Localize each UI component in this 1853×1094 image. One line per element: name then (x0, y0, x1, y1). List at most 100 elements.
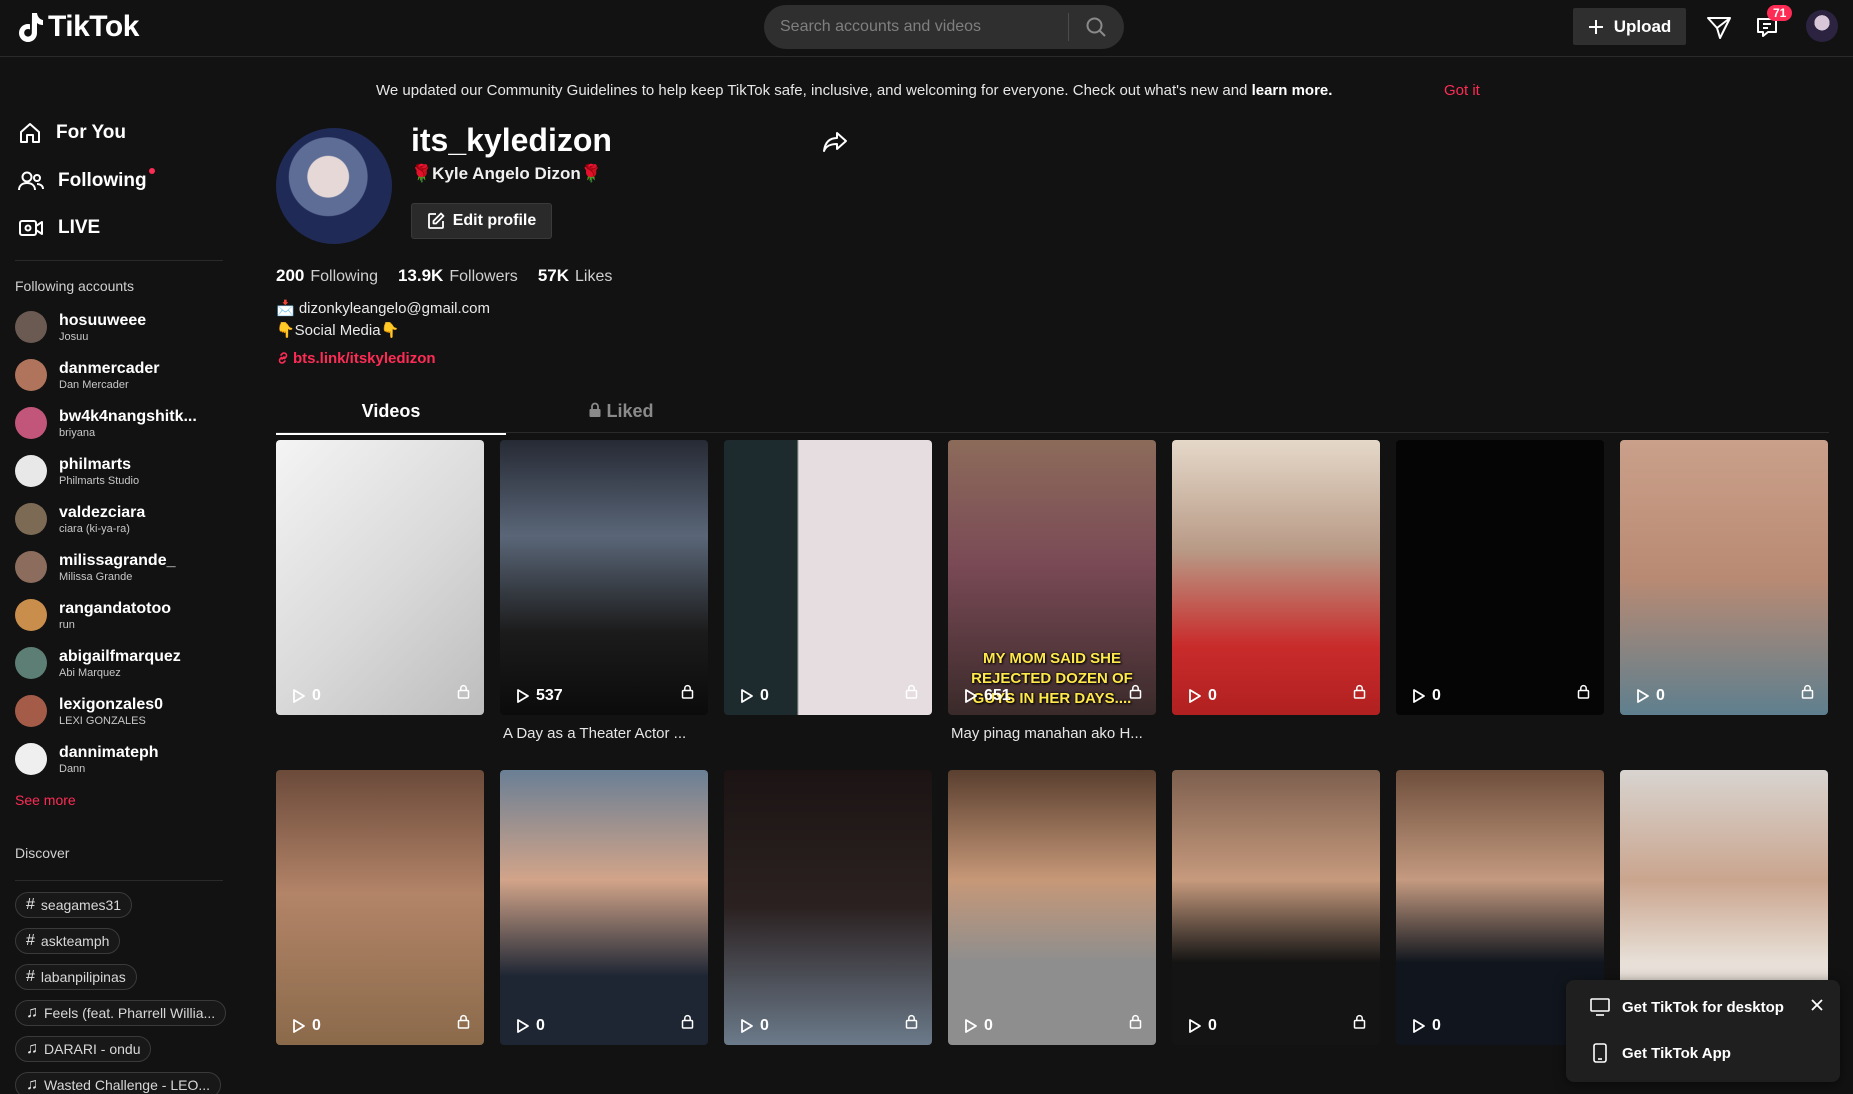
video-card[interactable]: 0 (276, 440, 484, 715)
view-count: 0 (292, 687, 321, 705)
video-card[interactable]: MY MOM SAID SHE REJECTED DOZEN OF GUYS I… (948, 440, 1156, 715)
get-desktop-button[interactable]: Get TikTok for desktop (1590, 998, 1784, 1016)
share-button[interactable] (822, 130, 848, 159)
user-avatar[interactable] (1806, 10, 1838, 42)
view-count-value: 0 (760, 687, 769, 704)
play-icon (1189, 689, 1201, 703)
tab-liked[interactable]: Liked (506, 401, 736, 422)
discover-tag[interactable]: ♫ DARARI - ondu (15, 1036, 152, 1062)
see-more-link[interactable]: See more (15, 792, 76, 808)
got-it-button[interactable]: Got it (1444, 82, 1480, 99)
account-names: milissagrande_ Milissa Grande (59, 552, 176, 583)
get-app-button[interactable]: Get TikTok App (1590, 1043, 1731, 1063)
upload-button[interactable]: Upload (1573, 8, 1686, 45)
lock-icon (1577, 684, 1590, 704)
following-account-item[interactable]: abigailfmarquez Abi Marquez (15, 647, 181, 679)
get-app-popup: Get TikTok for desktop Get TikTok App (1566, 980, 1840, 1082)
account-username: danmercader (59, 359, 160, 377)
following-account-item[interactable]: dannimateph Dann (15, 743, 159, 775)
following-account-item[interactable]: hosuuweee Josuu (15, 311, 146, 343)
search-icon (1086, 17, 1106, 37)
account-avatar (15, 647, 47, 679)
following-account-item[interactable]: valdezciara ciara (ki-ya-ra) (15, 503, 145, 535)
discover-tag[interactable]: ♫ Feels (feat. Pharrell Willia... (15, 1000, 227, 1026)
discover-tag-label: seagames31 (40, 897, 122, 913)
discover-tag[interactable]: # labanpilipinas (15, 964, 137, 990)
profile-link[interactable]: bts.link/itskyledizon (276, 350, 436, 367)
discover-tag[interactable]: # seagames31 (15, 892, 133, 918)
view-count: 0 (740, 1017, 769, 1035)
close-icon (1811, 999, 1823, 1011)
search-input[interactable] (764, 18, 1068, 36)
video-card[interactable]: 0 (1172, 440, 1380, 715)
learn-more-link[interactable]: learn more. (1252, 82, 1333, 99)
view-count-value: 0 (1432, 687, 1441, 704)
messages-button[interactable] (1704, 12, 1734, 42)
tiktok-logo[interactable]: TikTok (14, 10, 139, 44)
music-note-icon: ♫ (26, 1076, 38, 1093)
video-card[interactable]: 0 (724, 440, 932, 715)
discover-tag[interactable]: ♫ Wasted Challenge - LEO... (15, 1072, 222, 1094)
video-card[interactable]: 0 (724, 770, 932, 1045)
following-stat[interactable]: 200 Following (276, 266, 378, 286)
following-account-item[interactable]: lexigonzales0 LEXI GONZALES (15, 695, 163, 727)
hashtag-icon: # (26, 896, 35, 913)
view-count: 0 (516, 1017, 545, 1035)
account-username: valdezciara (59, 503, 146, 521)
inbox-button[interactable]: 71 (1752, 5, 1793, 42)
lock-icon (1129, 684, 1142, 704)
following-account-item[interactable]: bw4k4nangshitk... briyana (15, 407, 197, 439)
account-nickname: Josuu (59, 330, 89, 343)
account-avatar (15, 503, 47, 535)
sidebar-item-following[interactable]: Following (18, 168, 167, 193)
video-card[interactable]: 0 (1396, 440, 1604, 715)
video-card[interactable]: 0 (948, 770, 1156, 1045)
discover-tag-label: labanpilipinas (40, 969, 126, 985)
account-avatar (15, 695, 47, 727)
following-account-item[interactable]: philmarts Philmarts Studio (15, 455, 139, 487)
profile-username: its_kyledizon (411, 122, 612, 158)
account-username: hosuuweee (59, 311, 147, 329)
logo-text: TikTok (48, 10, 139, 43)
followers-label: Followers (449, 268, 518, 285)
video-card[interactable]: 537 (500, 440, 708, 715)
video-card[interactable]: 0 (1620, 440, 1828, 715)
discover-heading: Discover (15, 845, 70, 861)
account-username: abigailfmarquez (59, 647, 181, 665)
video-caption[interactable]: A Day as a Theater Actor ... (503, 725, 711, 742)
followers-stat[interactable]: 13.9K Followers (398, 266, 518, 286)
following-account-item[interactable]: danmercader Dan Mercader (15, 359, 160, 391)
search-bar (764, 5, 1124, 49)
edit-icon (427, 212, 445, 229)
video-caption[interactable]: May pinag manahan ako H... (951, 725, 1159, 742)
bio-social: 👇Social Media👇 (276, 322, 400, 339)
video-card[interactable]: 0 (1172, 770, 1380, 1045)
view-count: 0 (292, 1017, 321, 1035)
account-avatar (15, 599, 47, 631)
view-count-value: 0 (536, 1017, 545, 1034)
sidebar-item-live[interactable]: LIVE (18, 217, 100, 239)
new-content-dot (148, 168, 155, 174)
account-names: hosuuweee Josuu (59, 312, 146, 343)
account-nickname: Dann (59, 762, 86, 775)
discover-tag-label: Feels (feat. Pharrell Willia... (44, 1005, 216, 1021)
following-account-item[interactable]: rangandatotoo run (15, 599, 171, 631)
sidebar-divider (15, 260, 223, 261)
video-card[interactable]: 0 (500, 770, 708, 1045)
lock-icon (1353, 1014, 1366, 1034)
search-button[interactable] (1069, 5, 1123, 49)
tab-videos[interactable]: Videos (276, 401, 506, 435)
upload-label: Upload (1613, 16, 1672, 36)
discover-tag[interactable]: # askteamph (15, 928, 121, 954)
account-username: bw4k4nangshitk... (59, 407, 197, 425)
edit-profile-button[interactable]: Edit profile (411, 203, 552, 239)
play-icon (965, 1019, 977, 1033)
sidebar-item-for-you[interactable]: For You (18, 121, 126, 145)
play-icon (293, 1019, 305, 1033)
play-icon (741, 1019, 753, 1033)
following-account-item[interactable]: milissagrande_ Milissa Grande (15, 551, 176, 583)
close-button[interactable] (1810, 998, 1824, 1017)
video-card[interactable]: 0 (276, 770, 484, 1045)
likes-count: 57K (537, 266, 569, 285)
profile-nickname: 🌹Kyle Angelo Dizon🌹 (411, 164, 602, 183)
